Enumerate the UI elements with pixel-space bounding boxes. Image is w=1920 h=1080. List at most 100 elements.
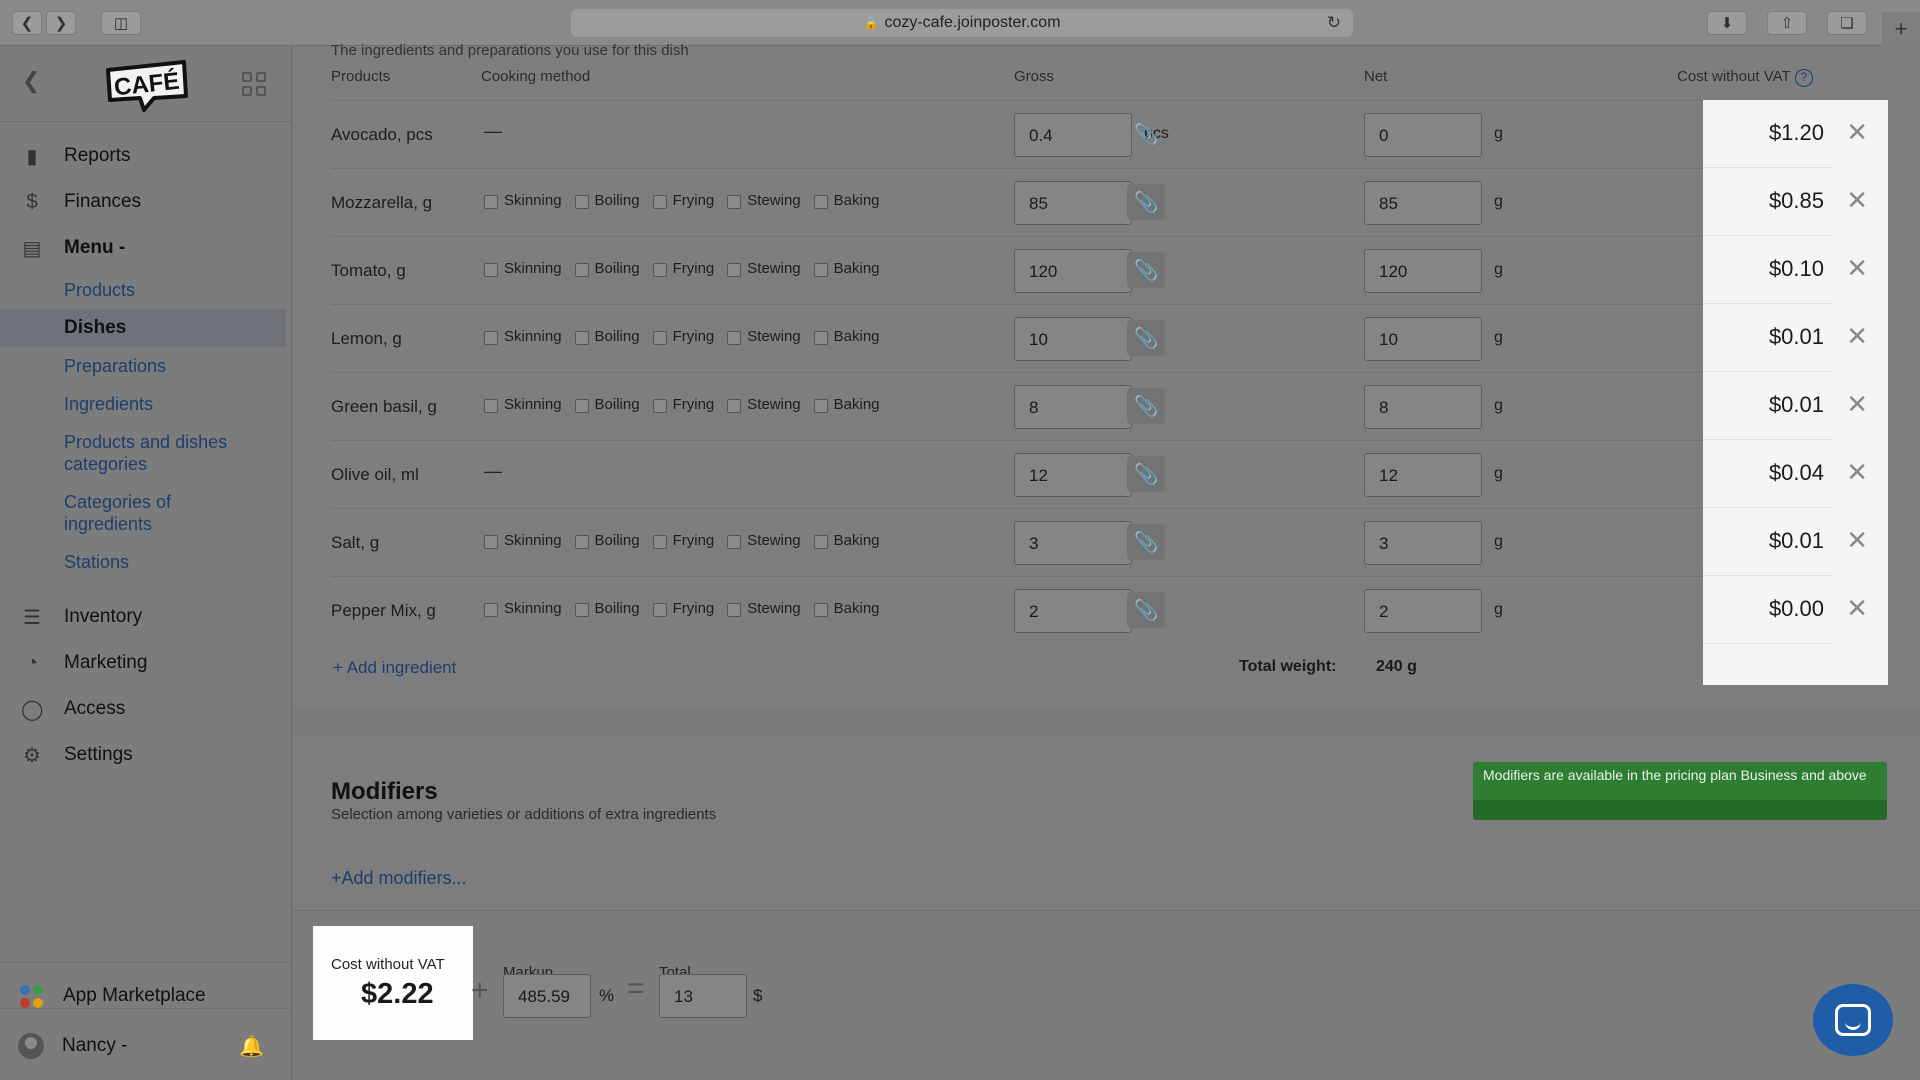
- close-icon[interactable]: ✕: [1846, 253, 1868, 284]
- new-tab-icon[interactable]: +: [1882, 12, 1920, 46]
- checkbox[interactable]: [813, 263, 828, 277]
- close-icon[interactable]: ✕: [1846, 525, 1868, 556]
- nav-settings[interactable]: ⚙ Settings: [0, 735, 290, 775]
- sidebar-item-ingredient-categories[interactable]: Categories of ingredients: [64, 491, 234, 535]
- method-baking[interactable]: Baking: [813, 327, 880, 345]
- close-icon[interactable]: ✕: [1846, 457, 1868, 488]
- gross-input[interactable]: 10: [1014, 317, 1132, 361]
- forward-icon[interactable]: ❯: [46, 11, 76, 35]
- close-icon[interactable]: ✕: [1846, 117, 1868, 148]
- sidebar-item-preparations[interactable]: Preparations: [64, 355, 166, 377]
- method-skinning[interactable]: Skinning: [484, 599, 562, 617]
- sidebar-item-stations[interactable]: Stations: [64, 551, 129, 573]
- paperclip-icon[interactable]: 📎: [1127, 184, 1165, 220]
- nav-menu[interactable]: ▤ Menu -: [0, 228, 290, 268]
- sidebar-item-products[interactable]: Products: [64, 279, 135, 301]
- checkbox[interactable]: [727, 399, 742, 413]
- checkbox[interactable]: [813, 195, 828, 209]
- net-input[interactable]: 85: [1364, 181, 1482, 225]
- chat-button[interactable]: [1813, 984, 1893, 1056]
- checkbox[interactable]: [574, 331, 589, 345]
- gross-input[interactable]: 8: [1014, 385, 1132, 429]
- add-modifiers-button[interactable]: +Add modifiers...: [331, 868, 467, 889]
- method-boiling[interactable]: Boiling: [574, 395, 640, 413]
- paperclip-icon[interactable]: 📎: [1127, 116, 1165, 152]
- nav-inventory[interactable]: ☰ Inventory: [0, 597, 290, 637]
- sidebar-item-product-categories[interactable]: Products and dishes categories: [64, 431, 264, 475]
- method-frying[interactable]: Frying: [652, 259, 714, 277]
- close-icon[interactable]: ✕: [1846, 321, 1868, 352]
- method-frying[interactable]: Frying: [652, 531, 714, 549]
- method-stewing[interactable]: Stewing: [727, 599, 801, 617]
- checkbox[interactable]: [813, 535, 828, 549]
- method-stewing[interactable]: Stewing: [727, 531, 801, 549]
- net-input[interactable]: 0: [1364, 113, 1482, 157]
- apps-grid-icon[interactable]: [242, 72, 266, 96]
- plan-notice[interactable]: Modifiers are available in the pricing p…: [1473, 762, 1887, 820]
- checkbox[interactable]: [652, 603, 667, 617]
- method-stewing[interactable]: Stewing: [727, 191, 801, 209]
- method-baking[interactable]: Baking: [813, 259, 880, 277]
- method-stewing[interactable]: Stewing: [727, 395, 801, 413]
- total-input[interactable]: 13: [659, 974, 747, 1018]
- checkbox[interactable]: [727, 603, 742, 617]
- paperclip-icon[interactable]: 📎: [1127, 388, 1165, 424]
- paperclip-icon[interactable]: 📎: [1127, 252, 1165, 288]
- markup-input[interactable]: 485.59: [503, 974, 591, 1018]
- nav-app-marketplace[interactable]: App Marketplace: [0, 976, 290, 1016]
- checkbox[interactable]: [574, 195, 589, 209]
- collapse-arrow-icon[interactable]: ❮: [22, 68, 40, 94]
- back-icon[interactable]: ❮: [12, 11, 42, 35]
- sidebar-toggle-icon[interactable]: ◫: [101, 11, 141, 35]
- checkbox[interactable]: [813, 603, 828, 617]
- nav-marketing[interactable]: ◔ Marketing: [0, 643, 290, 683]
- nav-finances[interactable]: $ Finances: [0, 182, 290, 222]
- checkbox[interactable]: [484, 331, 498, 345]
- checkbox[interactable]: [813, 399, 828, 413]
- gross-input[interactable]: 3: [1014, 521, 1132, 565]
- method-frying[interactable]: Frying: [652, 191, 714, 209]
- method-baking[interactable]: Baking: [813, 599, 880, 617]
- sidebar-item-dishes[interactable]: Dishes: [0, 309, 286, 347]
- checkbox[interactable]: [813, 331, 828, 345]
- paperclip-icon[interactable]: 📎: [1127, 320, 1165, 356]
- checkbox[interactable]: [574, 603, 589, 617]
- gross-input[interactable]: 2: [1014, 589, 1132, 633]
- checkbox[interactable]: [727, 331, 742, 345]
- net-input[interactable]: 12: [1364, 453, 1482, 497]
- method-boiling[interactable]: Boiling: [574, 259, 640, 277]
- method-stewing[interactable]: Stewing: [727, 259, 801, 277]
- checkbox[interactable]: [574, 263, 589, 277]
- method-boiling[interactable]: Boiling: [574, 327, 640, 345]
- checkbox[interactable]: [484, 399, 498, 413]
- address-bar[interactable]: 🔒 cozy-cafe.joinposter.com ↻: [571, 9, 1353, 37]
- method-skinning[interactable]: Skinning: [484, 259, 562, 277]
- net-input[interactable]: 8: [1364, 385, 1482, 429]
- checkbox[interactable]: [652, 263, 667, 277]
- net-input[interactable]: 2: [1364, 589, 1482, 633]
- nav-reports[interactable]: ▮ Reports: [0, 136, 290, 176]
- checkbox[interactable]: [652, 331, 667, 345]
- checkbox[interactable]: [727, 263, 742, 277]
- gross-input[interactable]: 120: [1014, 249, 1132, 293]
- method-skinning[interactable]: Skinning: [484, 327, 562, 345]
- close-icon[interactable]: ✕: [1846, 185, 1868, 216]
- paperclip-icon[interactable]: 📎: [1127, 456, 1165, 492]
- method-skinning[interactable]: Skinning: [484, 191, 562, 209]
- checkbox[interactable]: [484, 195, 498, 209]
- method-frying[interactable]: Frying: [652, 599, 714, 617]
- gross-input[interactable]: 0.4: [1014, 113, 1132, 157]
- add-ingredient-button[interactable]: + Add ingredient: [333, 658, 456, 678]
- method-baking[interactable]: Baking: [813, 395, 880, 413]
- tabs-icon[interactable]: ❏: [1827, 11, 1867, 35]
- user-menu[interactable]: Nancy - 🔔: [0, 1026, 290, 1066]
- checkbox[interactable]: [484, 603, 498, 617]
- checkbox[interactable]: [652, 535, 667, 549]
- close-icon[interactable]: ✕: [1846, 593, 1868, 624]
- paperclip-icon[interactable]: 📎: [1127, 592, 1165, 628]
- net-input[interactable]: 120: [1364, 249, 1482, 293]
- checkbox[interactable]: [652, 399, 667, 413]
- method-boiling[interactable]: Boiling: [574, 599, 640, 617]
- bell-icon[interactable]: 🔔: [239, 1034, 264, 1059]
- plan-notice-link[interactable]: [1473, 800, 1887, 820]
